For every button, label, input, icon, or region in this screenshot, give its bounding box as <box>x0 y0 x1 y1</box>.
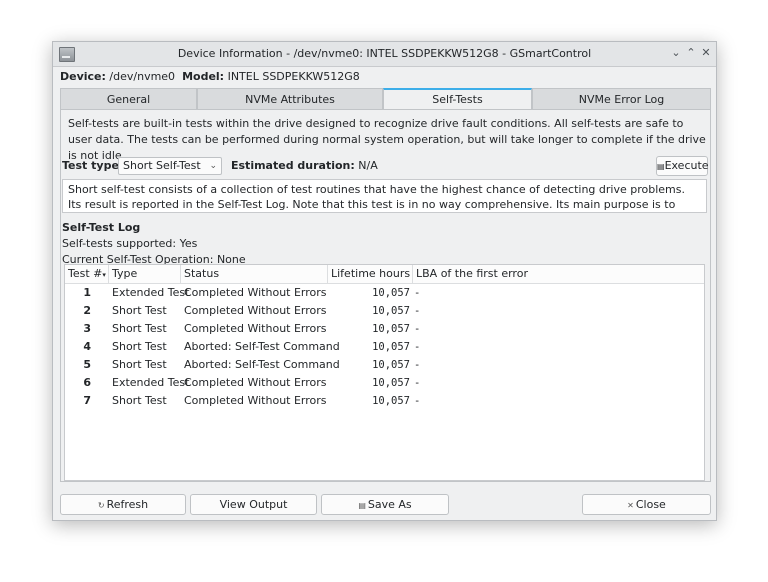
tab-general[interactable]: General <box>60 88 197 109</box>
device-label: Device: <box>60 70 106 83</box>
window-title: Device Information - /dev/nvme0: INTEL S… <box>177 47 592 60</box>
cell-status: Completed Without Errors <box>184 304 327 317</box>
close-label: Close <box>635 498 666 511</box>
cell-status: Completed Without Errors <box>184 286 327 299</box>
cell-test-num: 3 <box>83 322 91 335</box>
execute-button[interactable]: ▤Execute <box>656 156 709 176</box>
model-label: Model: <box>182 70 225 83</box>
close-button[interactable]: ✕ Close <box>582 494 711 515</box>
cell-status: Completed Without Errors <box>184 376 327 389</box>
cell-type: Extended Test <box>112 376 190 389</box>
self-tests-supported: Self-tests supported: Yes <box>62 237 198 250</box>
cell-lba: - <box>414 341 421 353</box>
test-description[interactable]: Short self-test consists of a collection… <box>62 179 707 213</box>
button-bar: ↻ Refresh View Output ▤ Save As ✕ Close <box>60 494 711 516</box>
col-test-num-label: Test # <box>68 267 103 280</box>
refresh-icon: ↻ <box>97 501 105 510</box>
close-small-icon: ✕ <box>627 501 634 510</box>
close-icon[interactable]: ✕ <box>699 46 713 60</box>
device-info-window: Device Information - /dev/nvme0: INTEL S… <box>52 41 717 521</box>
test-type-label: Test type: <box>62 159 124 172</box>
minimize-icon[interactable]: ⌄ <box>669 46 683 60</box>
col-type[interactable]: Type <box>109 265 181 283</box>
model-value: INTEL SSDPEKKW512G8 <box>227 70 360 83</box>
refresh-label: Refresh <box>106 498 149 511</box>
execute-label: Execute <box>664 159 709 172</box>
cell-type: Short Test <box>112 358 167 371</box>
cell-lifetime-hours: 10,057 <box>372 377 410 389</box>
cell-test-num: 2 <box>83 304 91 317</box>
duration-label: Estimated duration: <box>231 159 355 172</box>
table-row[interactable]: 4 Short Test Aborted: Self-Test Command 10,… <box>65 338 704 356</box>
cell-test-num: 5 <box>83 358 91 371</box>
table-header: Test #▾ Type Status Lifetime hours LBA o… <box>65 265 704 284</box>
table-row[interactable]: 1 Extended Test Completed Without Errors 10… <box>65 284 704 302</box>
cell-test-num: 1 <box>83 286 91 299</box>
cell-lifetime-hours: 10,057 <box>372 359 410 371</box>
col-lifetime-hours[interactable]: Lifetime hours <box>328 265 413 283</box>
table-row[interactable]: 7 Short Test Completed Without Errors 10,05… <box>65 392 704 410</box>
cell-lifetime-hours: 10,057 <box>372 323 410 335</box>
duration-value: N/A <box>358 159 378 172</box>
cell-lifetime-hours: 10,057 <box>372 305 410 317</box>
cell-lba: - <box>414 377 421 389</box>
tab-nvme-attributes[interactable]: NVMe Attributes <box>197 88 383 109</box>
cell-lba: - <box>414 305 421 317</box>
table-row[interactable]: 5 Short Test Aborted: Self-Test Command 10,… <box>65 356 704 374</box>
cell-status: Aborted: Self-Test Command <box>184 358 340 371</box>
cell-test-num: 4 <box>83 340 91 353</box>
col-test-num[interactable]: Test #▾ <box>65 265 109 283</box>
cell-test-num: 7 <box>83 394 91 407</box>
cell-status: Completed Without Errors <box>184 322 327 335</box>
log-heading: Self-Test Log <box>62 221 141 234</box>
cell-test-num: 6 <box>83 376 91 389</box>
device-info-line: Device: /dev/nvme0 Model: INTEL SSDPEKKW… <box>60 70 360 83</box>
maximize-icon[interactable]: ⌃ <box>684 46 698 60</box>
device-value: /dev/nvme0 <box>109 70 176 83</box>
save-icon: ▤ <box>358 501 366 510</box>
tab-bar: General NVMe Attributes Self-Tests NVMe … <box>60 88 711 110</box>
cell-status: Completed Without Errors <box>184 394 327 407</box>
estimated-duration: Estimated duration: N/A <box>231 159 378 172</box>
cell-type: Extended Test <box>112 286 190 299</box>
execute-icon: ▤ <box>657 162 665 171</box>
table-row[interactable]: 6 Extended Test Completed Without Errors 10… <box>65 374 704 392</box>
cell-type: Short Test <box>112 322 167 335</box>
cell-lba: - <box>414 395 421 407</box>
table-body: 1 Extended Test Completed Without Errors 10… <box>65 284 704 410</box>
cell-status: Aborted: Self-Test Command <box>184 340 340 353</box>
save-as-label: Save As <box>367 498 412 511</box>
test-type-row: Test type: Short Self-Test ⌄ Estimated d… <box>61 156 710 178</box>
table-row[interactable]: 2 Short Test Completed Without Errors 10,05… <box>65 302 704 320</box>
cell-lba: - <box>414 359 421 371</box>
cell-lifetime-hours: 10,057 <box>372 395 410 407</box>
cell-type: Short Test <box>112 304 167 317</box>
chevron-down-icon: ⌄ <box>209 161 217 171</box>
cell-lba: - <box>414 323 421 335</box>
tab-self-tests[interactable]: Self-Tests <box>383 88 532 109</box>
self-test-table[interactable]: Test #▾ Type Status Lifetime hours LBA o… <box>64 264 705 481</box>
cell-lifetime-hours: 10,057 <box>372 287 410 299</box>
refresh-button[interactable]: ↻ Refresh <box>60 494 186 515</box>
tab-nvme-error-log[interactable]: NVMe Error Log <box>532 88 711 109</box>
save-as-button[interactable]: ▤ Save As <box>321 494 449 515</box>
cell-lba: - <box>414 287 421 299</box>
test-type-select[interactable]: Short Self-Test ⌄ <box>118 157 222 175</box>
test-type-value: Short Self-Test <box>123 159 201 172</box>
cell-lifetime-hours: 10,057 <box>372 341 410 353</box>
title-bar[interactable]: Device Information - /dev/nvme0: INTEL S… <box>53 42 716 67</box>
cell-type: Short Test <box>112 394 167 407</box>
sort-down-icon: ▾ <box>102 271 106 279</box>
table-row[interactable]: 3 Short Test Completed Without Errors 10,05… <box>65 320 704 338</box>
cell-type: Short Test <box>112 340 167 353</box>
col-status[interactable]: Status <box>181 265 328 283</box>
col-lba[interactable]: LBA of the first error <box>413 265 704 283</box>
self-tests-panel: Self-tests are built-in tests within the… <box>60 109 711 482</box>
self-test-log: Self-Test Log Self-tests supported: Yes … <box>62 220 710 268</box>
view-output-button[interactable]: View Output <box>190 494 317 515</box>
